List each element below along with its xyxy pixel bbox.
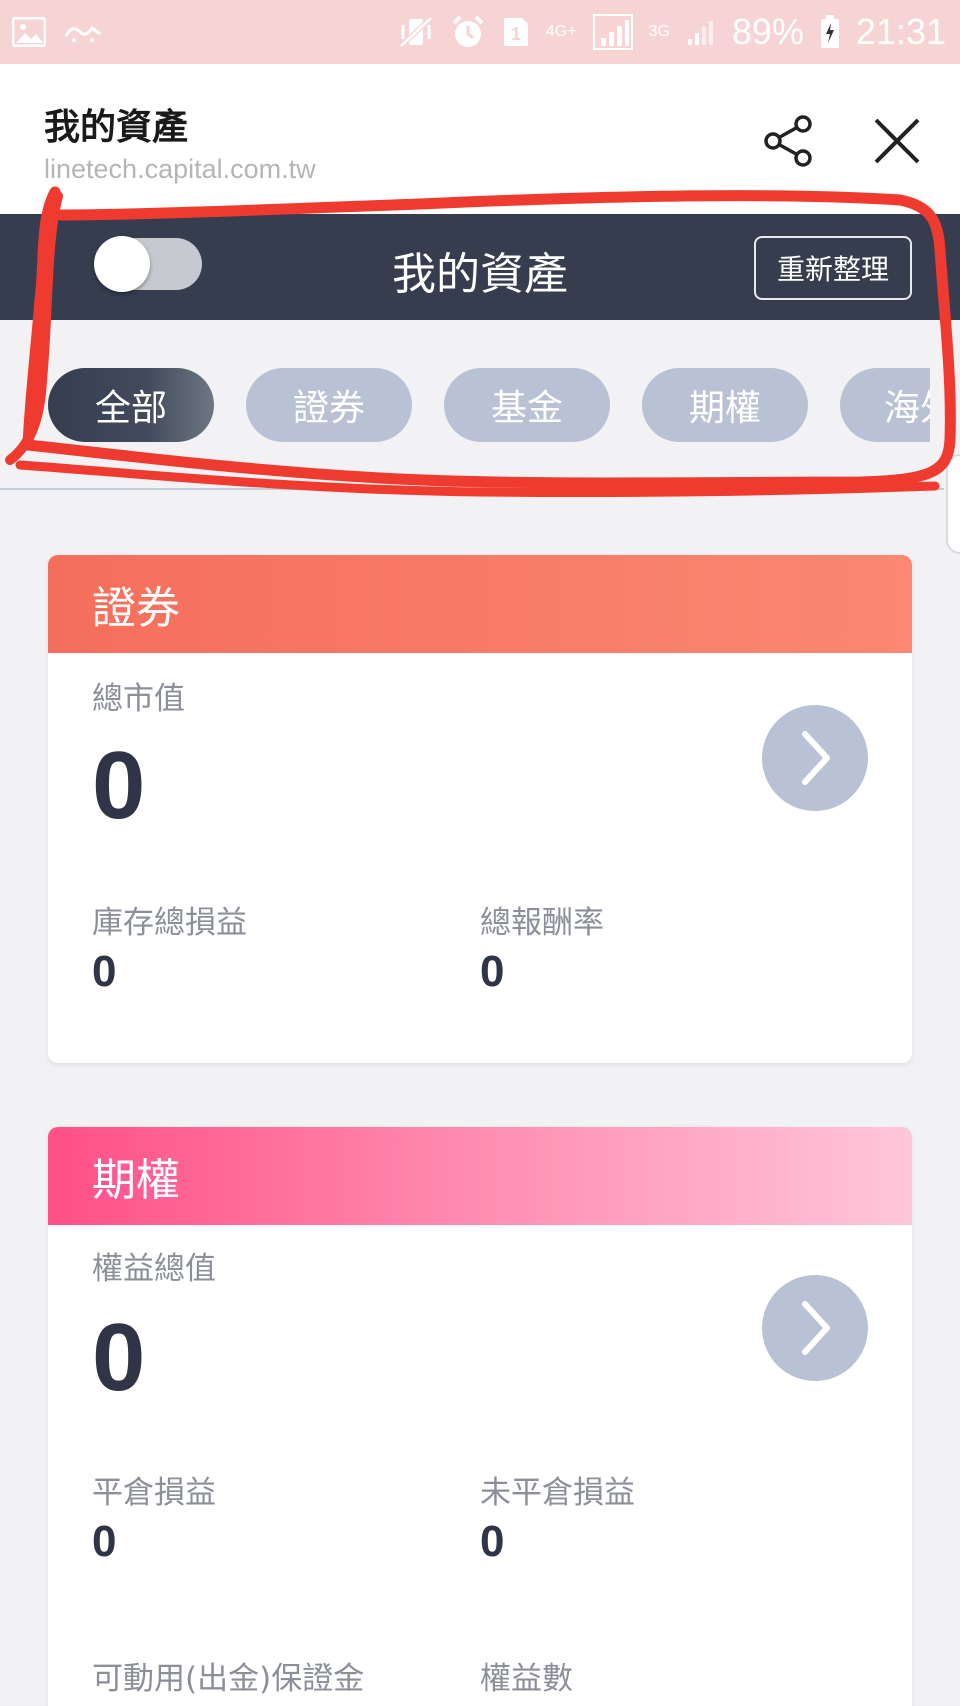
- securities-card: 證券 總市值 0 庫存總損益 0 總報酬率 0: [48, 555, 912, 1063]
- share-button[interactable]: [760, 112, 818, 170]
- close-button[interactable]: [868, 112, 926, 170]
- page: 1 4G+ 3G 89% 21:31 我的資產 linetech.capital…: [0, 0, 960, 1706]
- chevron-right-icon: [802, 1301, 830, 1355]
- vibrate-mute-icon: [398, 15, 434, 49]
- tab-funds[interactable]: 基金: [444, 368, 610, 442]
- securities-card-title: 證券: [48, 555, 912, 653]
- total-equity-label: 權益總值: [92, 1251, 216, 1287]
- tabs-divider: [0, 488, 944, 490]
- app-icon: [62, 20, 106, 44]
- page-title: 我的資產: [44, 107, 189, 148]
- available-margin-label: 可動用(出金)保證金: [92, 1661, 365, 1697]
- status-bar: 1 4G+ 3G 89% 21:31: [0, 0, 960, 64]
- options-card: 期權 權益總值 0 平倉損益 0 未平倉損益 0 可動用(出金)保證金 權益數: [48, 1127, 912, 1706]
- total-equity-value: 0: [92, 1304, 146, 1411]
- options-card-title: 期權: [48, 1127, 912, 1225]
- open-pnl-value: 0: [480, 1517, 505, 1566]
- refresh-button[interactable]: 重新整理: [754, 236, 912, 300]
- alarm-icon: [450, 14, 486, 50]
- options-detail-button[interactable]: [762, 1275, 868, 1381]
- sim-icon: 1: [502, 16, 530, 48]
- total-return-value: 0: [480, 947, 505, 996]
- browser-header: 我的資產 linetech.capital.com.tw: [0, 64, 960, 214]
- total-market-value: 0: [92, 732, 146, 839]
- clock: 21:31: [855, 11, 946, 52]
- category-tabs: 全部 證券 基金 期權 海外: [0, 320, 960, 490]
- scroll-handle[interactable]: [946, 454, 960, 554]
- signal-icon-2: [686, 17, 716, 47]
- network-type-2: 3G: [648, 23, 670, 40]
- options-card-body: 權益總值 0 平倉損益 0 未平倉損益 0 可動用(出金)保證金 權益數: [48, 1225, 912, 1706]
- total-market-value-label: 總市值: [92, 681, 185, 717]
- close-icon: [874, 118, 920, 164]
- tab-all[interactable]: 全部: [48, 368, 214, 442]
- share-icon: [764, 115, 812, 167]
- tab-options[interactable]: 期權: [642, 368, 808, 442]
- network-type-1: 4G+: [545, 23, 577, 40]
- closed-pnl-value: 0: [92, 1517, 117, 1566]
- closed-pnl-label: 平倉損益: [92, 1475, 216, 1511]
- battery-charging-icon: [820, 15, 840, 49]
- securities-detail-button[interactable]: [762, 705, 868, 811]
- battery-percent: 89%: [731, 11, 804, 52]
- page-url: linetech.capital.com.tw: [44, 154, 316, 184]
- equity-count-label: 權益數: [480, 1661, 573, 1697]
- inventory-pnl-value: 0: [92, 947, 117, 996]
- total-return-label: 總報酬率: [480, 905, 604, 941]
- inventory-pnl-label: 庫存總損益: [92, 905, 247, 941]
- tab-securities[interactable]: 證券: [246, 368, 412, 442]
- app-header: 我的資產 重新整理: [0, 214, 960, 320]
- sim-slot-number: 1: [511, 24, 521, 44]
- open-pnl-label: 未平倉損益: [480, 1475, 635, 1511]
- securities-card-body: 總市值 0 庫存總損益 0 總報酬率 0: [48, 653, 912, 1063]
- gallery-icon: [12, 17, 46, 47]
- chevron-right-icon: [802, 731, 830, 785]
- signal-icon: [592, 14, 633, 50]
